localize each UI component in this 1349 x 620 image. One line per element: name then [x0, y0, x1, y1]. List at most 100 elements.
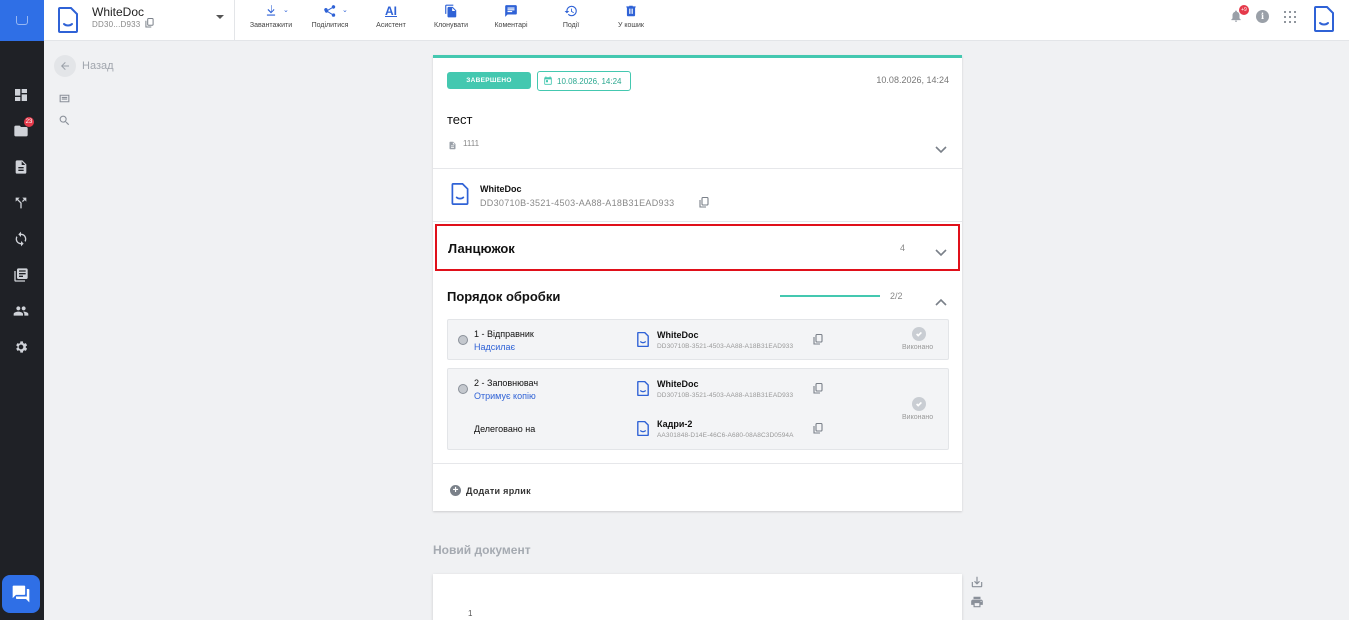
chain-title: Ланцюжок — [448, 241, 515, 256]
processing-order-title: Порядок обробки — [447, 289, 561, 304]
file-icon — [448, 138, 458, 150]
add-label-text: Додати ярлик — [466, 485, 531, 496]
toolbar-label: Коментарі — [494, 22, 528, 29]
processing-step: 1 - Відправник Надсилає WhiteDoc DD30710… — [447, 319, 949, 360]
document-identity[interactable]: WhiteDoc DD30...D933 — [44, 0, 235, 41]
organization-uuid: DD30710B-3521-4503-AA88-A18B31EAD933 — [480, 198, 675, 208]
outline-list-icon[interactable] — [58, 92, 72, 106]
app-logo[interactable] — [0, 0, 44, 41]
organization-doc-icon — [451, 183, 469, 205]
copy-icon[interactable] — [145, 18, 154, 28]
toolbar-trash[interactable]: У кошик — [608, 0, 654, 41]
brand-logo-icon[interactable] — [1314, 6, 1334, 32]
clone-icon — [443, 4, 459, 20]
toolbar-label: У кошик — [617, 22, 644, 29]
back-link[interactable]: Назад — [54, 55, 114, 77]
download-icon[interactable] — [970, 575, 984, 589]
copy-icon[interactable] — [813, 334, 823, 345]
organization-name: WhiteDoc — [480, 184, 522, 194]
route-icon[interactable] — [13, 195, 29, 211]
toolbar-clone[interactable]: Клонувати — [428, 0, 474, 41]
chevron-down-icon[interactable] — [935, 141, 947, 154]
chevron-down-icon[interactable] — [216, 15, 224, 19]
step-org-uuid: DD30710B-3521-4503-AA88-A18B31EAD933 — [657, 343, 794, 350]
chevron-down-icon[interactable] — [935, 244, 947, 257]
step-org-name: WhiteDoc — [657, 330, 699, 340]
step-role: 1 - Відправник — [474, 329, 534, 339]
processing-step: 2 - Заповнювач Отримує копію WhiteDoc DD… — [447, 368, 949, 450]
organization-doc-icon — [637, 332, 649, 347]
dashboard-icon[interactable] — [13, 87, 29, 103]
toolbar-download[interactable]: ⌄ Завантажити — [247, 0, 295, 41]
chevron-up-icon[interactable] — [935, 293, 947, 306]
settings-icon[interactable] — [13, 339, 29, 355]
ai-assistant-icon: AI — [385, 4, 397, 18]
step-status-dot — [458, 384, 468, 394]
folder-badge: 23 — [24, 117, 34, 127]
document-short-id: DD30...D933 — [92, 20, 141, 29]
copy-icon[interactable] — [813, 423, 823, 434]
sync-icon[interactable] — [13, 231, 29, 247]
calendar-icon — [544, 76, 552, 85]
step-action: Отримує копію — [474, 391, 536, 401]
processing-progress-bar — [780, 295, 880, 297]
step-org-name: WhiteDoc — [657, 379, 699, 389]
share-icon — [322, 4, 338, 20]
whitedoc-doc-icon — [58, 7, 78, 33]
toolbar-label: Завантажити — [249, 22, 293, 29]
toolbar-comments[interactable]: Коментарі — [488, 0, 534, 41]
step-status-dot — [458, 335, 468, 345]
copy-icon[interactable] — [813, 383, 823, 394]
toolbar-label: Клонувати — [434, 22, 468, 29]
document-date: 10.08.2026, 14:24 — [876, 75, 949, 85]
caret-down-icon: ⌄ — [283, 7, 289, 14]
library-icon[interactable] — [13, 267, 29, 283]
processing-progress-text: 2/2 — [890, 291, 903, 301]
arrow-left-icon — [54, 55, 76, 77]
history-icon — [563, 4, 579, 20]
deadline-text: 10.08.2026, 14:24 — [557, 76, 622, 86]
info-icon[interactable]: i — [1256, 10, 1269, 23]
delegate-doc-icon — [637, 421, 649, 436]
document-name: WhiteDoc — [92, 5, 145, 19]
divider — [433, 168, 962, 169]
toolbar-label: Поділитися — [311, 22, 349, 29]
document-title: тест — [447, 112, 473, 127]
step-role: 2 - Заповнювач — [474, 378, 539, 388]
toolbar-share[interactable]: ⌄ Поділитися — [306, 0, 354, 41]
toolbar-label: Події — [562, 22, 580, 29]
copy-icon[interactable] — [699, 197, 709, 208]
deadline-badge[interactable]: 10.08.2026, 14:24 — [537, 71, 631, 91]
plus-circle-icon: + — [450, 485, 461, 496]
notifications-badge: +9 — [1239, 5, 1249, 15]
app-sidebar: 23 — [0, 0, 44, 620]
download-icon — [263, 4, 279, 20]
step-status: Виконано — [902, 414, 934, 421]
chain-section[interactable]: Ланцюжок 4 — [435, 224, 960, 271]
delegate-uuid: AA301848-D14E-46C6-A680-08A8C3D0594A — [657, 432, 794, 439]
toolbar-assistant[interactable]: AI Асистент — [368, 0, 414, 41]
users-icon[interactable] — [13, 303, 29, 319]
document-preview: 1 — [433, 574, 962, 620]
chat-icon — [12, 585, 30, 603]
check-circle-icon — [912, 397, 926, 411]
step-action: Надсилає — [474, 342, 516, 352]
apps-grid-icon[interactable] — [1284, 11, 1296, 23]
comment-icon — [503, 4, 519, 20]
top-bar: WhiteDoc DD30...D933 ⌄ Завантажити ⌄ Под… — [44, 0, 1349, 41]
toolbar-events[interactable]: Події — [548, 0, 594, 41]
chain-count: 4 — [900, 243, 906, 253]
chat-button[interactable] — [2, 575, 40, 613]
document-number: 1111 — [463, 139, 480, 148]
document-icon[interactable] — [13, 159, 29, 175]
add-label-button[interactable]: + Додати ярлик — [450, 485, 531, 496]
divider — [433, 463, 962, 464]
step-status: Виконано — [902, 344, 934, 351]
print-icon[interactable] — [970, 595, 984, 609]
back-label: Назад — [82, 60, 114, 72]
search-icon[interactable] — [58, 114, 72, 128]
delegate-name: Кадри-2 — [657, 419, 693, 429]
progress-fill — [780, 295, 880, 297]
logo-icon — [16, 16, 28, 25]
status-badge: ЗАВЕРШЕНО — [447, 72, 531, 89]
